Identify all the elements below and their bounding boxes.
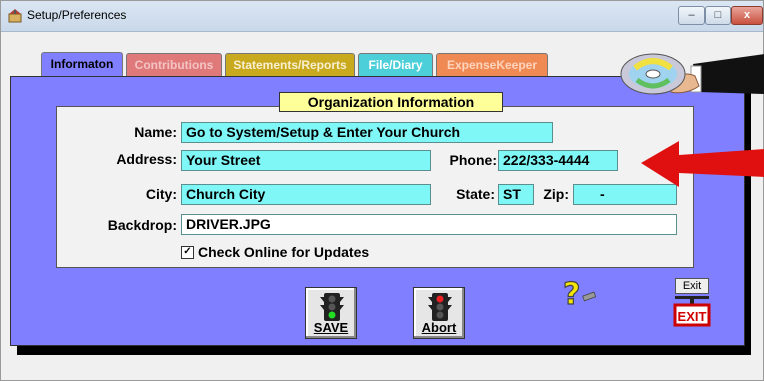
save-label: SAVE bbox=[313, 320, 349, 335]
exit-label: Exit bbox=[675, 278, 709, 294]
city-field[interactable]: Church City bbox=[181, 184, 431, 205]
city-label: City: bbox=[145, 186, 177, 202]
save-button[interactable]: SAVE bbox=[305, 287, 357, 339]
address-label: Address: bbox=[116, 151, 177, 167]
red-arrow-icon bbox=[641, 141, 764, 187]
traffic-light-icon bbox=[320, 293, 344, 321]
backdrop-label: Backdrop: bbox=[107, 217, 177, 233]
tab-expensekeeper[interactable]: ExpenseKeeper bbox=[436, 53, 548, 77]
help-icon[interactable]: ? bbox=[559, 276, 599, 311]
name-field[interactable]: Go to System/Setup & Enter Your Church bbox=[181, 122, 553, 143]
zip-label: Zip: bbox=[543, 186, 569, 202]
check-online-label: Check Online for Updates bbox=[198, 244, 370, 260]
app-icon bbox=[8, 9, 22, 23]
section-title: Organization Information bbox=[279, 92, 503, 112]
address-field[interactable]: Your Street bbox=[181, 150, 431, 171]
traffic-light-icon bbox=[428, 293, 452, 321]
abort-button[interactable]: Abort bbox=[413, 287, 465, 339]
state-field[interactable]: ST bbox=[498, 184, 534, 205]
tab-file-diary[interactable]: File/Diary bbox=[358, 53, 433, 77]
exit-button[interactable]: Exit EXIT bbox=[671, 278, 715, 330]
exit-sign-text: EXIT bbox=[678, 309, 707, 324]
setup-window: Setup/Preferences – □ x Informaton Contr… bbox=[0, 0, 764, 381]
minimize-button[interactable]: – bbox=[678, 6, 705, 25]
window-title: Setup/Preferences bbox=[27, 8, 127, 22]
checkbox-icon[interactable]: ✓ bbox=[181, 245, 194, 259]
svg-text:?: ? bbox=[563, 277, 580, 311]
tab-statements-reports[interactable]: Statements/Reports bbox=[225, 53, 355, 77]
tab-information[interactable]: Informaton bbox=[41, 52, 123, 77]
close-button[interactable]: x bbox=[731, 6, 763, 25]
title-bar: Setup/Preferences – □ x bbox=[1, 1, 763, 32]
maximize-button[interactable]: □ bbox=[705, 6, 731, 25]
phone-field[interactable]: 222/333-4444 bbox=[498, 150, 618, 171]
abort-label: Abort bbox=[421, 320, 457, 335]
exit-sign-icon: EXIT bbox=[673, 296, 711, 327]
state-label: State: bbox=[456, 186, 495, 202]
name-label: Name: bbox=[134, 124, 177, 140]
hand-holding-cd-icon bbox=[620, 53, 764, 95]
phone-label: Phone: bbox=[449, 152, 497, 168]
backdrop-field[interactable]: DRIVER.JPG bbox=[181, 214, 677, 235]
tab-contributions[interactable]: Contributions bbox=[126, 53, 222, 77]
check-online-option[interactable]: ✓ Check Online for Updates bbox=[181, 242, 369, 262]
